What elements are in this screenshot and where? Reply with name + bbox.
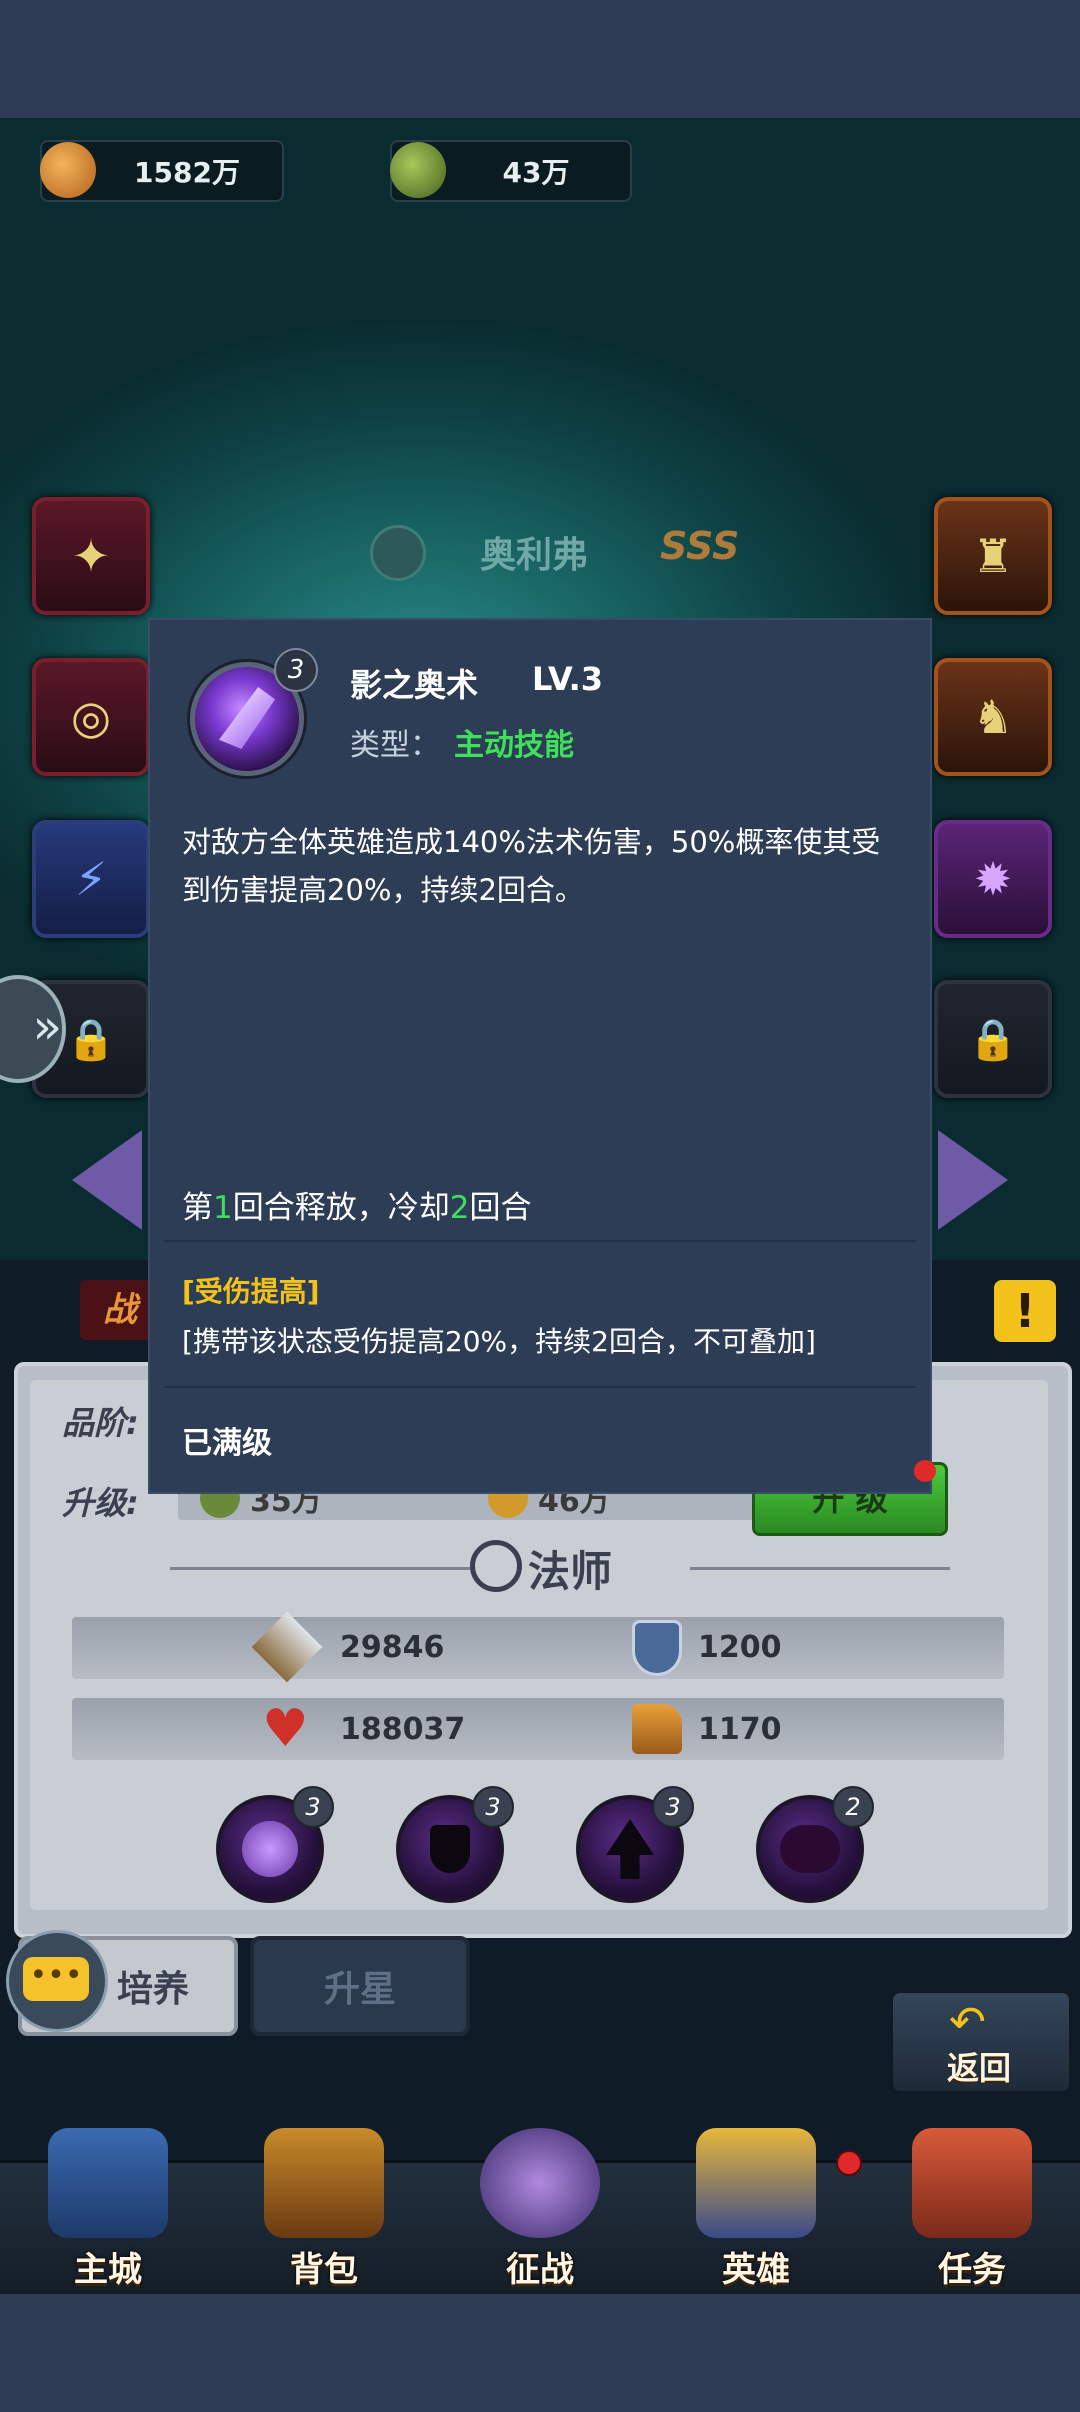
popup-divider-1 bbox=[164, 1240, 916, 1242]
skill-type-value: 主动技能 bbox=[454, 728, 574, 763]
resource-meat[interactable]: 1582万 bbox=[40, 140, 284, 202]
warning-icon[interactable]: ! bbox=[994, 1280, 1056, 1342]
hero-rank: SSS bbox=[660, 524, 740, 568]
return-arrow-icon: ↶ bbox=[949, 1997, 986, 2048]
star-rune-icon: ✹ bbox=[973, 852, 1013, 906]
cast-mid: 回合释放，冷却 bbox=[232, 1190, 450, 1226]
shadow-claw-icon bbox=[242, 1821, 298, 1877]
defense-value: 1200 bbox=[698, 1630, 782, 1665]
equip-slot-armor[interactable]: ♜ bbox=[934, 497, 1052, 615]
speed-value: 1170 bbox=[698, 1712, 782, 1747]
lightning-rune-icon: ⚡ bbox=[74, 852, 108, 906]
stat-row-1 bbox=[72, 1617, 1004, 1679]
quality-label: 品阶: bbox=[62, 1404, 139, 1442]
hero-notification-dot bbox=[836, 2150, 862, 2176]
hero-name: 奥利弗 bbox=[480, 535, 589, 576]
popup-divider-2 bbox=[164, 1386, 916, 1388]
chest-icon bbox=[264, 2128, 384, 2238]
helmet-icon bbox=[696, 2128, 816, 2238]
meat-icon bbox=[40, 142, 96, 198]
status-effect-title: [受伤提高] bbox=[182, 1275, 320, 1308]
stat-row-2 bbox=[72, 1698, 1004, 1760]
skill-1-level-badge: 3 bbox=[292, 1786, 334, 1828]
skull-icon bbox=[370, 525, 426, 581]
equip-slot-rune-purple[interactable]: ✹ bbox=[934, 820, 1052, 938]
nav-label-campaign: 征战 bbox=[506, 2250, 574, 2290]
upgrade-notification-dot bbox=[914, 1460, 936, 1482]
skill-cast-info: 第1回合释放，冷却2回合 bbox=[182, 1182, 531, 1227]
dragon-portal-icon bbox=[480, 2128, 600, 2238]
resource-meat-value: 1582万 bbox=[134, 156, 240, 189]
skill-type-label: 类型： bbox=[350, 728, 440, 763]
equip-slot-locked-right[interactable]: 🔒 bbox=[934, 980, 1052, 1098]
back-button[interactable]: ↶ 返回 bbox=[890, 1990, 1072, 2094]
cast-prefix: 第 bbox=[182, 1190, 213, 1226]
boot-speed-icon bbox=[632, 1704, 682, 1754]
next-hero-arrow-icon[interactable] bbox=[938, 1130, 1008, 1230]
dark-shield-icon bbox=[430, 1825, 470, 1873]
nav-item-bag[interactable]: 背包 bbox=[238, 2128, 410, 2294]
nav-label-main-city: 主城 bbox=[74, 2250, 142, 2290]
tab-star-label: 升星 bbox=[323, 1969, 396, 2010]
hp-value: 188037 bbox=[340, 1712, 466, 1747]
class-name: 法师 bbox=[528, 1547, 613, 1596]
skill-3-level-badge: 3 bbox=[652, 1786, 694, 1828]
armor-icon: ♜ bbox=[972, 529, 1014, 583]
equip-slot-boots[interactable]: ♞ bbox=[934, 658, 1052, 776]
chat-bubble-icon: ••• bbox=[23, 1957, 89, 2001]
class-divider-left bbox=[170, 1567, 470, 1570]
equip-slot-rune-blue[interactable]: ⚡ bbox=[32, 820, 150, 938]
status-effect-description: [携带该状态受伤提高20%，持续2回合，不可叠加] bbox=[182, 1325, 816, 1358]
dark-cloud-icon bbox=[780, 1825, 840, 1873]
equip-slot-ring[interactable]: ◎ bbox=[32, 658, 150, 776]
attack-value: 29846 bbox=[340, 1630, 445, 1665]
nav-item-main-city[interactable]: 主城 bbox=[22, 2128, 194, 2294]
nav-item-campaign[interactable]: 征战 bbox=[454, 2128, 626, 2294]
status-bar bbox=[0, 0, 1080, 118]
equip-slot-weapon[interactable]: ✦ bbox=[32, 497, 150, 615]
max-level-text: 已满级 bbox=[182, 1426, 272, 1461]
mage-class-icon bbox=[470, 1540, 522, 1592]
class-divider-right bbox=[690, 1567, 950, 1570]
skill-4-level-badge: 2 bbox=[832, 1786, 874, 1828]
nav-label-bag: 背包 bbox=[290, 2250, 358, 2290]
shield-icon bbox=[632, 1620, 682, 1676]
ring-icon: ◎ bbox=[70, 690, 112, 744]
skill-name: 影之奥术 bbox=[350, 666, 479, 704]
upgrade-label: 升级: bbox=[62, 1484, 139, 1522]
tab-star[interactable]: 升星 bbox=[250, 1936, 470, 2036]
chat-button[interactable]: ••• bbox=[6, 1930, 108, 2032]
lock-icon: 🔒 bbox=[968, 1016, 1018, 1063]
castle-icon bbox=[48, 2128, 168, 2238]
scroll-icon bbox=[912, 2128, 1032, 2238]
dark-tree-icon bbox=[606, 1819, 654, 1879]
skill-description: 对敌方全体英雄造成140%法术伤害，50%概率使其受到伤害提高20%，持续2回合… bbox=[182, 825, 881, 907]
cast-suffix: 回合 bbox=[469, 1190, 532, 1226]
nav-item-task[interactable]: 任务 bbox=[886, 2128, 1058, 2294]
skill-detail-popup[interactable]: 3 影之奥术 LV.3 类型： 主动技能 对敌方全体英雄造成140%法术伤害，5… bbox=[150, 620, 930, 1492]
nav-label-hero: 英雄 bbox=[722, 2250, 790, 2290]
heart-icon: ♥ bbox=[262, 1699, 309, 1759]
nav-label-task: 任务 bbox=[938, 2250, 1006, 2290]
cooldown-rounds: 2 bbox=[449, 1190, 470, 1226]
herb-ore-icon bbox=[390, 142, 446, 198]
dragon-weapon-icon: ✦ bbox=[71, 529, 111, 583]
back-button-label: 返回 bbox=[947, 2049, 1012, 2087]
boots-icon: ♞ bbox=[972, 690, 1014, 744]
battle-power-label: 战 bbox=[80, 1280, 160, 1340]
system-nav-bar bbox=[0, 2294, 1080, 2412]
shadow-claw-icon bbox=[219, 687, 275, 749]
skill-level-badge: 3 bbox=[274, 648, 318, 692]
tab-train-label: 培养 bbox=[116, 1969, 189, 2010]
nav-item-hero[interactable]: 英雄 bbox=[670, 2128, 842, 2294]
skill-2-level-badge: 3 bbox=[472, 1786, 514, 1828]
resource-herb[interactable]: 43万 bbox=[390, 140, 632, 202]
resource-herb-value: 43万 bbox=[502, 156, 570, 189]
prev-hero-arrow-icon[interactable] bbox=[72, 1130, 142, 1230]
skill-level: LV.3 bbox=[532, 660, 604, 698]
cast-round: 1 bbox=[213, 1190, 233, 1226]
